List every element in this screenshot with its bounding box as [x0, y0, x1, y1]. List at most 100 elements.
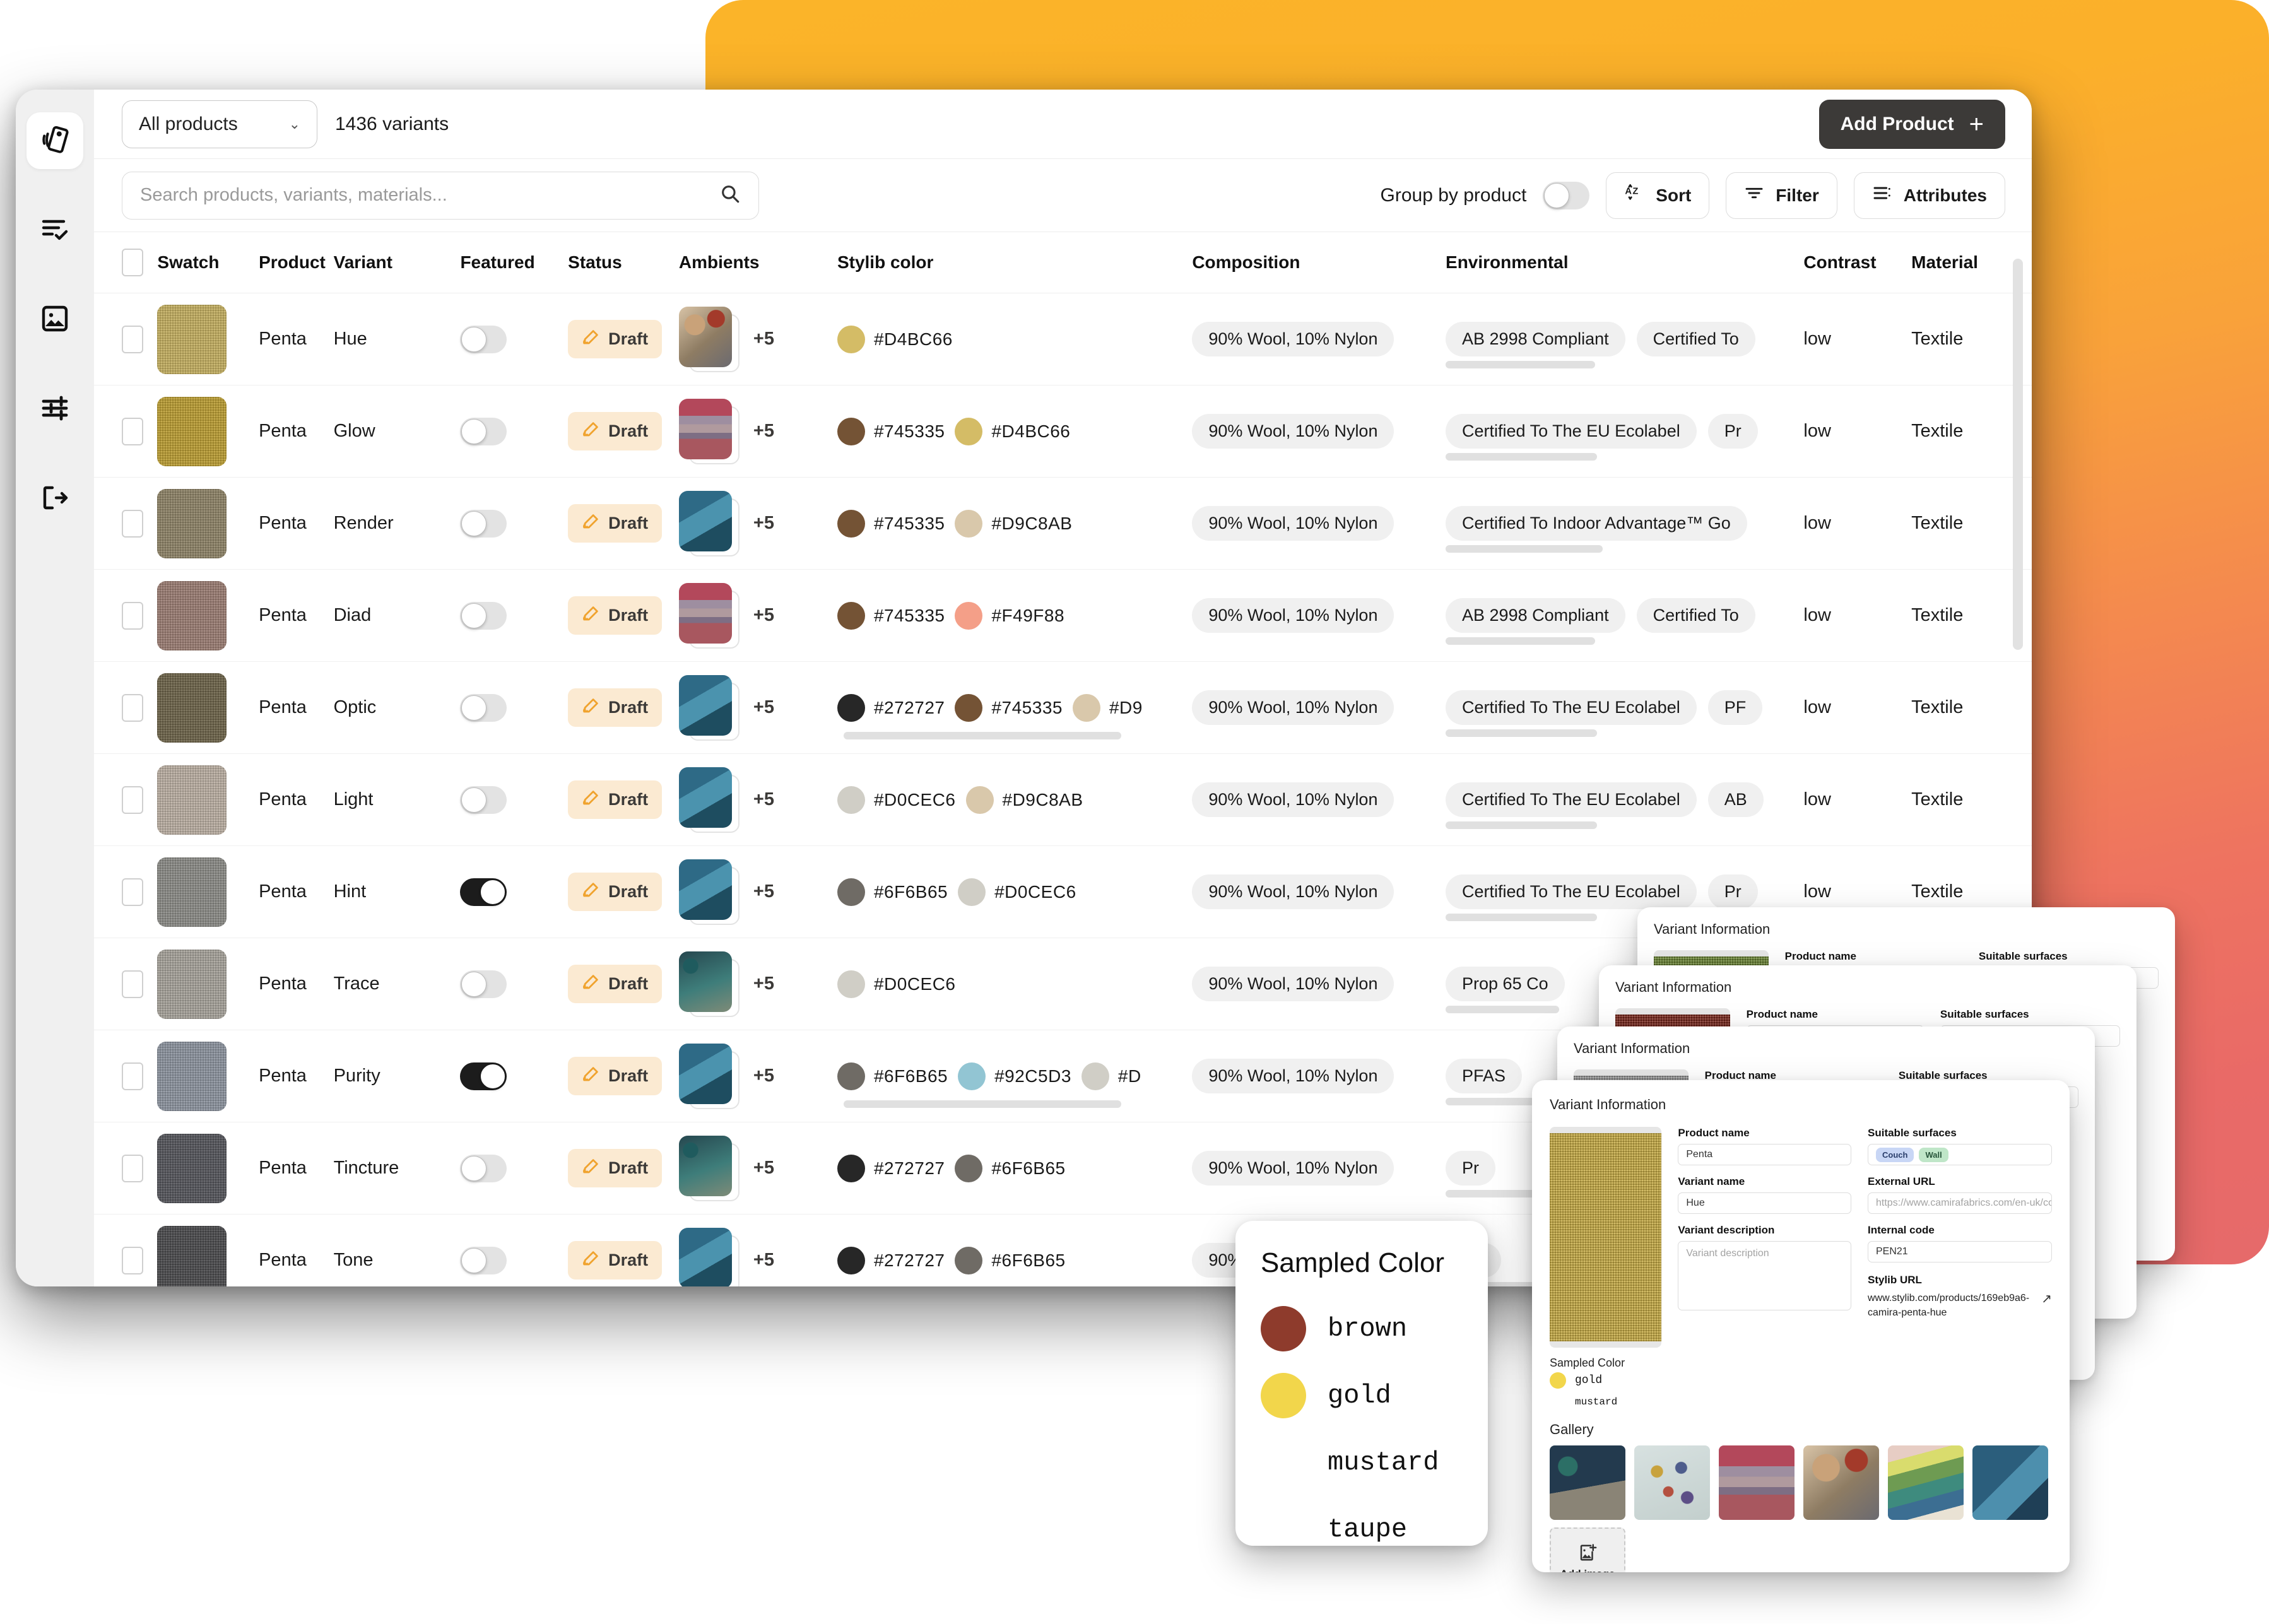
row-select-cell[interactable] [94, 1030, 158, 1122]
table-row[interactable]: Penta Optic Draft +5 #272727 #745335 #D9 90% Wo… [94, 661, 2032, 754]
ambients-cell[interactable]: +5 [678, 661, 837, 754]
environmental-pill[interactable]: Prop 65 Co [1446, 967, 1565, 1001]
table-row[interactable]: Penta Hue Draft +5 #D4BC66 90% Wool, 10% Nylo… [94, 293, 2032, 385]
environmental-horizontal-scrollbar[interactable] [1446, 914, 1598, 921]
featured-toggle[interactable] [460, 1062, 507, 1090]
ambient-thumbnail-stack[interactable] [678, 767, 740, 833]
ambient-thumbnail-stack[interactable] [678, 1227, 740, 1286]
environmental-pill[interactable]: Pr [1707, 874, 1758, 909]
surface-chip-wall[interactable]: Wall [1919, 1147, 1948, 1162]
featured-toggle[interactable] [460, 878, 507, 906]
product-name-field[interactable]: Penta [1678, 1144, 1851, 1165]
sampled-color-row[interactable]: gold [1261, 1362, 1463, 1429]
column-header-environmental[interactable]: Environmental [1446, 232, 1804, 293]
featured-toggle[interactable] [460, 693, 507, 722]
column-header-contrast[interactable]: Contrast [1803, 232, 1912, 293]
ambients-cell[interactable]: +5 [678, 385, 837, 478]
ambients-cell[interactable]: +5 [678, 938, 837, 1030]
row-select-cell[interactable] [94, 938, 158, 1030]
status-badge[interactable]: Draft [568, 780, 663, 819]
row-select-cell[interactable] [94, 293, 158, 385]
ambient-thumbnail-stack[interactable] [678, 859, 740, 925]
ambient-thumbnail-stack[interactable] [678, 674, 740, 741]
sampled-color-row[interactable]: taupe [1261, 1496, 1463, 1563]
featured-cell[interactable] [460, 1122, 569, 1215]
environmental-pill[interactable]: AB [1707, 782, 1764, 817]
search-input[interactable]: Search products, variants, materials... [122, 171, 759, 220]
environmental-pill[interactable]: Certified To The EU Ecolabel [1446, 782, 1697, 817]
status-badge[interactable]: Draft [568, 1057, 663, 1095]
variant-description-field[interactable]: Variant description [1678, 1241, 1851, 1310]
select-all-header[interactable] [94, 232, 158, 293]
column-header-featured[interactable]: Featured [460, 232, 569, 293]
environmental-pill[interactable]: AB 2998 Compliant [1446, 322, 1625, 356]
environmental-horizontal-scrollbar[interactable] [1446, 637, 1596, 645]
row-select-cell[interactable] [94, 845, 158, 938]
row-checkbox[interactable] [122, 601, 143, 630]
column-header-variant[interactable]: Variant [333, 232, 461, 293]
featured-cell[interactable] [460, 661, 569, 754]
ambient-thumbnail-stack[interactable] [678, 306, 740, 372]
environmental-pill[interactable]: PF [1707, 690, 1763, 725]
ambient-thumbnail-stack[interactable] [678, 1135, 740, 1201]
row-select-cell[interactable] [94, 569, 158, 662]
add-image-button[interactable]: Add image Size 1200 x 768px PNG, JPG, SV… [1550, 1527, 1625, 1572]
table-row[interactable]: Penta Diad Draft +5 #745335 #F49F88 90% Wool, … [94, 569, 2032, 662]
select-all-checkbox[interactable] [122, 249, 143, 276]
ambient-thumbnail-stack[interactable] [678, 490, 740, 556]
stylib-url-value[interactable]: www.stylib.com/products/169eb9a6-camira-… [1868, 1291, 2035, 1320]
status-badge[interactable]: Draft [568, 965, 663, 1003]
environmental-horizontal-scrollbar[interactable] [1446, 1006, 1560, 1013]
featured-toggle[interactable] [460, 786, 507, 814]
row-select-cell[interactable] [94, 753, 158, 846]
row-select-cell[interactable] [94, 1214, 158, 1286]
status-badge[interactable]: Draft [568, 504, 663, 543]
row-checkbox[interactable] [122, 1154, 143, 1182]
row-checkbox[interactable] [122, 509, 143, 538]
column-header-status[interactable]: Status [568, 232, 679, 293]
ambient-thumbnail-stack[interactable] [678, 582, 740, 649]
sidebar-item-tasks[interactable] [27, 202, 83, 259]
gallery-image[interactable] [1972, 1445, 2048, 1520]
ambient-thumbnail-stack[interactable] [678, 1043, 740, 1109]
row-checkbox[interactable] [122, 970, 143, 998]
featured-toggle[interactable] [460, 970, 507, 998]
table-row[interactable]: Penta Glow Draft +5 #745335 #D4BC66 90% Wool, … [94, 385, 2032, 478]
row-checkbox[interactable] [122, 325, 143, 353]
environmental-horizontal-scrollbar[interactable] [1446, 729, 1598, 737]
column-header-swatch[interactable]: Swatch [157, 232, 259, 293]
sampled-color-row[interactable]: mustard [1261, 1429, 1463, 1496]
status-badge[interactable]: Draft [568, 412, 663, 450]
column-header-composition[interactable]: Composition [1192, 232, 1446, 293]
stylib-horizontal-scrollbar[interactable] [843, 1100, 1121, 1108]
row-select-cell[interactable] [94, 477, 158, 570]
row-checkbox[interactable] [122, 1062, 143, 1090]
environmental-horizontal-scrollbar[interactable] [1446, 545, 1603, 553]
table-vertical-scrollbar[interactable] [2013, 259, 2023, 650]
status-badge[interactable]: Draft [568, 1241, 663, 1280]
environmental-horizontal-scrollbar[interactable] [1446, 1190, 1545, 1197]
suitable-surfaces-field[interactable]: Couch Wall [1868, 1144, 2052, 1165]
featured-cell[interactable] [460, 477, 569, 570]
row-select-cell[interactable] [94, 385, 158, 478]
filter-button[interactable]: Filter [1726, 172, 1837, 219]
surface-chip-couch[interactable]: Couch [1876, 1147, 1914, 1162]
sidebar-item-swatches[interactable] [27, 112, 83, 169]
environmental-horizontal-scrollbar[interactable] [1446, 821, 1598, 829]
environmental-horizontal-scrollbar[interactable] [1446, 361, 1596, 368]
featured-cell[interactable] [460, 1030, 569, 1122]
ambients-cell[interactable]: +5 [678, 1214, 837, 1286]
featured-toggle[interactable] [460, 601, 507, 630]
row-checkbox[interactable] [122, 786, 143, 814]
status-badge[interactable]: Draft [568, 688, 663, 727]
variant-name-field[interactable]: Hue [1678, 1192, 1851, 1214]
featured-cell[interactable] [460, 938, 569, 1030]
ambients-cell[interactable]: +5 [678, 569, 837, 662]
row-checkbox[interactable] [122, 1246, 143, 1274]
column-header-stylib-color[interactable]: Stylib color [837, 232, 1193, 293]
gallery-image[interactable] [1634, 1445, 1710, 1520]
featured-cell[interactable] [460, 385, 569, 478]
ambients-cell[interactable]: +5 [678, 753, 837, 846]
ambients-cell[interactable]: +5 [678, 477, 837, 570]
featured-toggle[interactable] [460, 1246, 507, 1274]
